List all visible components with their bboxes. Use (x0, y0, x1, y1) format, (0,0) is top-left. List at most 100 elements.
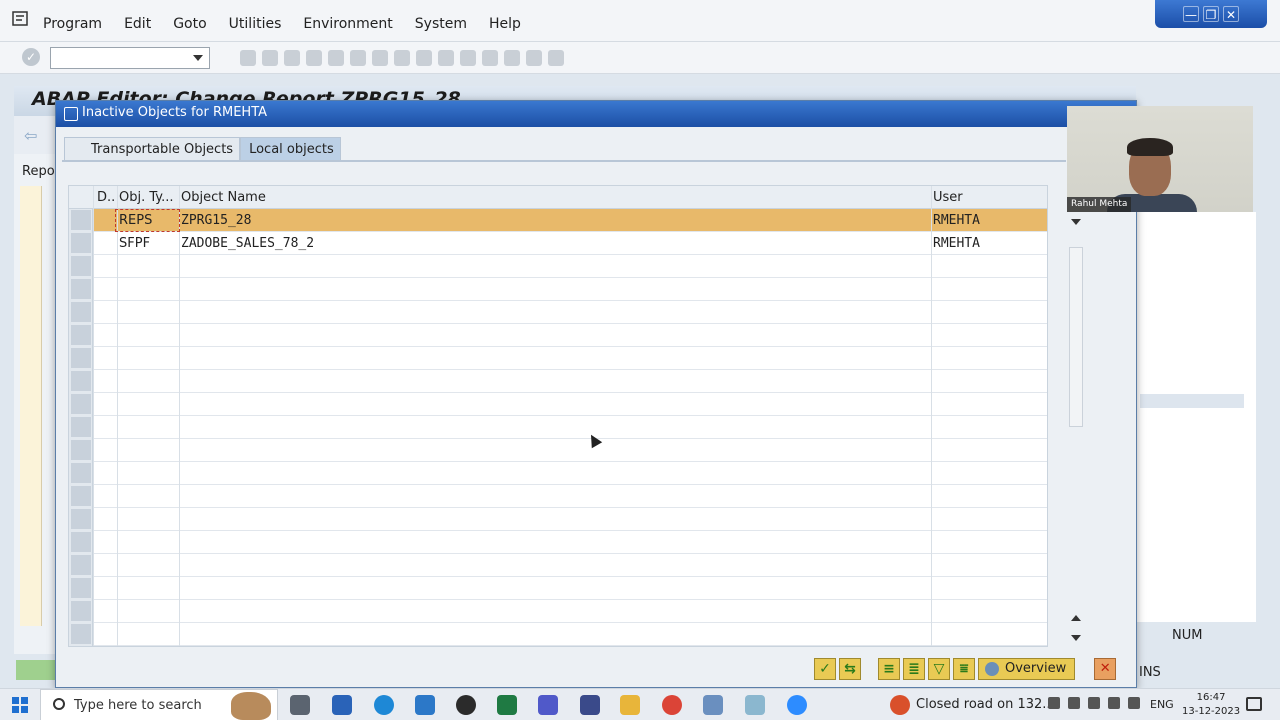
battery-icon[interactable] (1128, 697, 1140, 709)
wifi-icon[interactable] (1108, 697, 1120, 709)
sap-gui-window-icon[interactable] (745, 695, 765, 715)
edge-icon[interactable] (374, 695, 394, 715)
windows-start-icon[interactable] (12, 697, 28, 713)
shortcut-icon[interactable] (504, 50, 520, 66)
table-row[interactable]: SFPF ZADOBE_SALES_78_2 RMEHTA (69, 232, 1047, 255)
row-selector[interactable] (71, 371, 91, 391)
row-selector[interactable] (71, 302, 91, 322)
new-session-icon[interactable] (482, 50, 498, 66)
sap-gui-icon[interactable] (703, 695, 723, 715)
row-selector[interactable] (71, 624, 91, 644)
menu-goto[interactable]: Goto (173, 16, 206, 32)
command-field[interactable] (50, 47, 210, 69)
exit-icon[interactable] (284, 50, 300, 66)
save-icon[interactable] (240, 50, 256, 66)
row-selector[interactable] (71, 325, 91, 345)
row-selector[interactable] (71, 532, 91, 552)
chrome-icon[interactable] (662, 695, 682, 715)
activate-anyway-button[interactable]: ⇆ (839, 658, 861, 680)
scroll-down-icon[interactable] (1071, 635, 1081, 641)
tab-local-objects[interactable]: Local objects (240, 137, 341, 161)
table-scrollbar[interactable] (1066, 197, 1086, 647)
weather-alert-icon[interactable] (890, 695, 910, 715)
cancel-icon[interactable] (306, 50, 322, 66)
overview-button[interactable]: Overview (978, 658, 1076, 680)
scroll-down-icon[interactable] (1071, 219, 1081, 225)
last-page-icon[interactable] (460, 50, 476, 66)
row-selector[interactable] (71, 233, 91, 253)
menu-bar: Program Edit Goto Utilities Environment … (0, 0, 1280, 42)
cloud-icon[interactable] (1068, 697, 1080, 709)
menu-help[interactable]: Help (489, 16, 521, 32)
row-selector[interactable] (71, 417, 91, 437)
zoom-icon[interactable] (787, 695, 807, 715)
menu-utilities[interactable]: Utilities (229, 16, 282, 32)
search-input[interactable]: Type here to search (74, 698, 202, 713)
tab-transportable-objects[interactable]: Transportable Objects (64, 137, 241, 161)
close-window-button[interactable]: ✕ (1223, 6, 1239, 22)
layout-menu-icon[interactable] (548, 50, 564, 66)
row-selector[interactable] (71, 486, 91, 506)
microphone-icon[interactable] (1088, 697, 1100, 709)
excel-icon[interactable] (497, 695, 517, 715)
task-view-icon[interactable] (290, 695, 310, 715)
chevron-down-icon[interactable] (193, 55, 203, 61)
mail-icon[interactable] (415, 695, 435, 715)
table-row[interactable]: REPS ZPRG15_28 RMEHTA (69, 209, 1047, 232)
row-selector[interactable] (71, 601, 91, 621)
row-selector[interactable] (71, 555, 91, 575)
column-header-d[interactable]: D.. (97, 190, 115, 205)
file-explorer-icon[interactable] (620, 695, 640, 715)
row-selector[interactable] (71, 578, 91, 598)
overview-label: Overview (1005, 661, 1067, 676)
filter-button[interactable]: ▽ (928, 658, 950, 680)
weather-news[interactable]: Closed road on 132... (916, 697, 1055, 712)
minimize-button[interactable]: — (1183, 6, 1199, 22)
row-selector[interactable] (71, 210, 91, 230)
row-selector[interactable] (71, 463, 91, 483)
back-arrow-icon[interactable]: ⇦ (24, 126, 37, 145)
row-selector[interactable] (71, 256, 91, 276)
taskbar-search[interactable]: Type here to search (40, 689, 278, 720)
menu-system[interactable]: System (415, 16, 467, 32)
row-selector[interactable] (71, 348, 91, 368)
sort-button[interactable]: ⩸ (953, 658, 975, 680)
cancel-button[interactable]: ✕ (1094, 658, 1117, 680)
first-page-icon[interactable] (394, 50, 410, 66)
notification-icon[interactable] (1246, 697, 1262, 711)
teams-icon[interactable] (538, 695, 558, 715)
find-next-icon[interactable] (372, 50, 388, 66)
print-icon[interactable] (328, 50, 344, 66)
column-header-obj-type[interactable]: Obj. Ty... (119, 190, 174, 205)
chevron-up-icon[interactable] (1048, 697, 1060, 709)
row-selector[interactable] (71, 279, 91, 299)
select-all-button[interactable]: ≡ (878, 658, 900, 680)
menu-environment[interactable]: Environment (303, 16, 392, 32)
next-page-icon[interactable] (438, 50, 454, 66)
menu-program[interactable]: Program (43, 16, 102, 32)
find-icon[interactable] (350, 50, 366, 66)
scrollbar-thumb[interactable] (1069, 247, 1083, 427)
restore-button[interactable]: ❐ (1203, 6, 1219, 22)
store-icon[interactable] (332, 695, 352, 715)
clock-time: 16:47 (1196, 692, 1226, 703)
activate-button[interactable]: ✓ (814, 658, 836, 680)
sap-menu-icon[interactable] (12, 10, 30, 28)
sap-logon-icon[interactable] (580, 695, 600, 715)
dell-icon[interactable] (456, 695, 476, 715)
row-selector[interactable] (71, 394, 91, 414)
menu-edit[interactable]: Edit (124, 16, 151, 32)
taskbar-clock[interactable]: 16:47 13-12-2023 (1182, 691, 1240, 719)
language-indicator[interactable]: ENG (1150, 698, 1174, 711)
previous-page-icon[interactable] (416, 50, 432, 66)
column-header-object-name[interactable]: Object Name (181, 190, 266, 205)
deselect-all-button[interactable]: ≣ (903, 658, 925, 680)
back-icon[interactable] (262, 50, 278, 66)
column-header-user[interactable]: User (933, 190, 963, 205)
row-selector[interactable] (71, 440, 91, 460)
scroll-up-icon[interactable] (1071, 615, 1081, 621)
row-selector[interactable] (71, 509, 91, 529)
enter-check-icon[interactable]: ✓ (22, 48, 40, 66)
dialog-window-icon (64, 107, 78, 121)
help-icon[interactable] (526, 50, 542, 66)
